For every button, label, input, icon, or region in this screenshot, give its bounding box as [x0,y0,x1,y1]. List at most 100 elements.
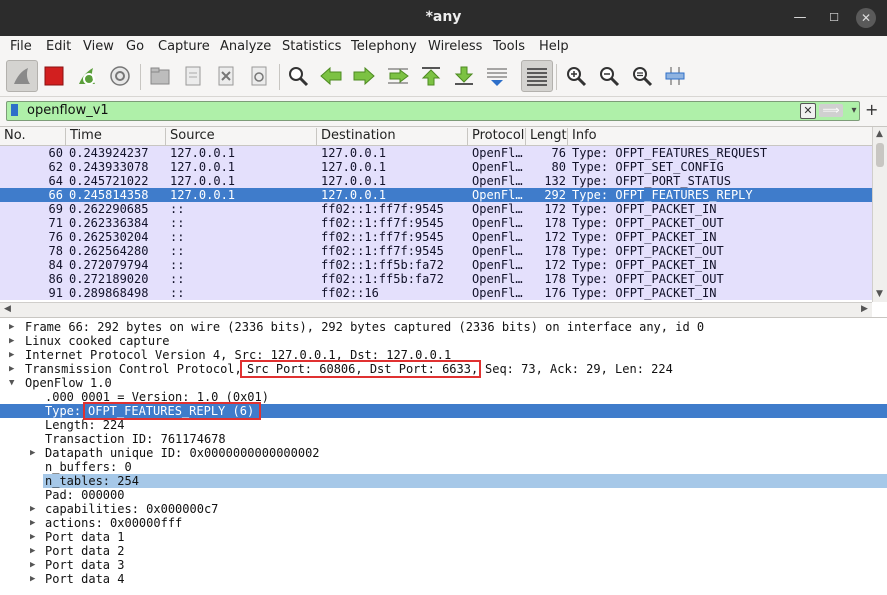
maximize-button[interactable]: ☐ [824,8,844,28]
packet-row[interactable]: 66 0.245814358 127.0.0.1 127.0.0.1 OpenFl… 29… [0,188,872,202]
packet-cell-no: 86 [48,272,63,286]
tree-item-length[interactable]: Length: 224 [0,418,887,432]
add-filter-button[interactable]: + [865,100,878,119]
expand-arrow-icon[interactable]: ▶ [30,502,35,516]
collapse-arrow-icon[interactable]: ▼ [9,376,14,390]
save-file-button[interactable] [179,62,207,90]
expand-arrow-icon[interactable]: ▶ [30,530,35,544]
reload-file-button[interactable] [245,62,273,90]
menu-help[interactable]: Help [539,39,569,54]
menu-tools[interactable]: Tools [493,39,525,54]
expand-arrow-icon[interactable]: ▶ [30,572,35,586]
column-source[interactable]: Source [166,128,317,145]
search-icon [289,67,309,87]
toolbar-separator [279,64,280,90]
scroll-thumb[interactable] [876,143,884,167]
tree-item-datapath-id[interactable]: ▶ Datapath unique ID: 0x0000000000000002 [0,446,887,460]
column-protocol[interactable]: Protocol [468,128,526,145]
packet-row[interactable]: 76 0.262530204:: ff02::1:ff7f:9545 OpenFl… 1… [0,230,872,244]
column-destination[interactable]: Destination [317,128,468,145]
column-time[interactable]: Time [66,128,166,145]
packet-row[interactable]: 64 0.245721022 127.0.0.1 127.0.0.1 OpenFl… 13… [0,174,872,188]
start-capture-button[interactable] [6,60,38,92]
tree-item-port-data-2[interactable]: ▶ Port data 2 [0,544,887,558]
menu-wireless[interactable]: Wireless [428,39,482,54]
go-forward-button[interactable] [350,62,378,90]
packet-cell-dst: ff02::1:ff5b:fa72 [321,258,444,272]
last-packet-button[interactable] [450,62,478,90]
window-title: *any [425,9,462,25]
menu-file[interactable]: File [10,39,32,54]
packet-row[interactable]: 91 0.289868498:: ff02::16 OpenFl… 176 Type: O… [0,286,872,300]
menu-capture[interactable]: Capture [158,39,210,54]
autoscroll-icon [487,68,507,86]
expand-arrow-icon[interactable]: ▶ [30,544,35,558]
scroll-up-icon[interactable]: ▲ [876,129,883,139]
open-file-button[interactable] [146,62,174,90]
tree-item-capabilities[interactable]: ▶ capabilities: 0x000000c7 [0,502,887,516]
menu-telephony[interactable]: Telephony [351,39,417,54]
clear-filter-button[interactable]: ✕ [800,103,816,119]
zoom-out-button[interactable] [595,62,623,90]
zoom-in-button[interactable] [562,62,590,90]
resize-columns-button[interactable] [661,62,689,90]
tree-item-label: Frame 66: 292 bytes on wire (2336 bits),… [25,320,705,334]
menu-go[interactable]: Go [126,39,144,54]
expand-arrow-icon[interactable]: ▶ [9,348,14,362]
close-file-button[interactable] [212,62,240,90]
packet-row[interactable]: 60 0.243924237 127.0.0.1 127.0.0.1 OpenFl… 76… [0,146,872,160]
first-packet-button[interactable] [417,62,445,90]
close-button[interactable]: ✕ [856,8,876,28]
minimize-button[interactable]: — [790,8,810,28]
packet-list-vscrollbar[interactable]: ▲ ▼ [872,127,887,302]
expand-arrow-icon[interactable]: ▶ [30,446,35,460]
expand-arrow-icon[interactable]: ▶ [30,558,35,572]
normal-size-button[interactable] [628,62,656,90]
tree-item-xid[interactable]: Transaction ID: 761174678 [0,432,887,446]
tree-item-port-data-3[interactable]: ▶ Port data 3 [0,558,887,572]
packet-row[interactable]: 62 0.243933078 127.0.0.1 127.0.0.1 OpenFl… 80… [0,160,872,174]
colorize-button[interactable] [521,60,553,92]
packet-row[interactable]: 86 0.272189020:: ff02::1:ff5b:fa72 OpenFl… 1… [0,272,872,286]
go-back-button[interactable] [317,62,345,90]
tree-item-actions[interactable]: ▶ actions: 0x00000fff [0,516,887,530]
scroll-down-icon[interactable]: ▼ [876,289,883,299]
stop-capture-button[interactable] [40,62,68,90]
expand-arrow-icon[interactable]: ▶ [9,320,14,334]
tree-item-frame[interactable]: ▶ Frame 66: 292 bytes on wire (2336 bits… [0,320,887,334]
packet-row[interactable]: 84 0.272079794:: ff02::1:ff5b:fa72 OpenFl… 1… [0,258,872,272]
filter-history-dropdown[interactable]: ▾ [847,102,861,120]
tree-item-pad[interactable]: Pad: 000000 [0,488,887,502]
packet-row[interactable]: 71 0.262336384:: ff02::1:ff7f:9545 OpenFl… 1… [0,216,872,230]
column-length[interactable]: Length [526,128,568,145]
expand-arrow-icon[interactable]: ▶ [30,516,35,530]
expand-arrow-icon[interactable]: ▶ [9,362,14,376]
find-packet-button[interactable] [284,62,312,90]
packet-list-hscrollbar[interactable]: ◀ ▶ [0,302,872,317]
scroll-right-icon[interactable]: ▶ [861,304,868,314]
expand-arrow-icon[interactable]: ▶ [9,334,14,348]
restart-capture-button[interactable] [73,62,101,90]
tree-item-port-data-4[interactable]: ▶ Port data 4 [0,572,887,586]
scroll-left-icon[interactable]: ◀ [4,304,11,314]
packet-row[interactable]: 78 0.262564280:: ff02::1:ff7f:9545 OpenFl… 1… [0,244,872,258]
tree-item-openflow[interactable]: ▼ OpenFlow 1.0 [0,376,887,390]
auto-scroll-button[interactable] [483,62,511,90]
menu-view[interactable]: View [83,39,114,54]
tree-item-linux-cooked[interactable]: ▶ Linux cooked capture [0,334,887,348]
tree-item-n-tables[interactable]: n_tables: 254 [0,474,887,488]
bookmark-icon[interactable] [11,104,18,116]
apply-filter-button[interactable]: ⟹ [819,104,843,117]
tree-item-n-buffers[interactable]: n_buffers: 0 [0,460,887,474]
go-to-packet-button[interactable] [384,62,412,90]
display-filter-input[interactable]: openflow_v1 ✕ ⟹ ▾ [6,101,860,121]
menu-analyze[interactable]: Analyze [220,39,271,54]
packet-cell-proto: OpenFl… [472,258,523,272]
capture-options-button[interactable] [106,62,134,90]
column-info[interactable]: Info [568,128,872,145]
menu-statistics[interactable]: Statistics [282,39,341,54]
menu-edit[interactable]: Edit [46,39,71,54]
column-no[interactable]: No. [0,128,66,145]
tree-item-port-data-1[interactable]: ▶ Port data 1 [0,530,887,544]
packet-row[interactable]: 69 0.262290685:: ff02::1:ff7f:9545 OpenFl… 1… [0,202,872,216]
